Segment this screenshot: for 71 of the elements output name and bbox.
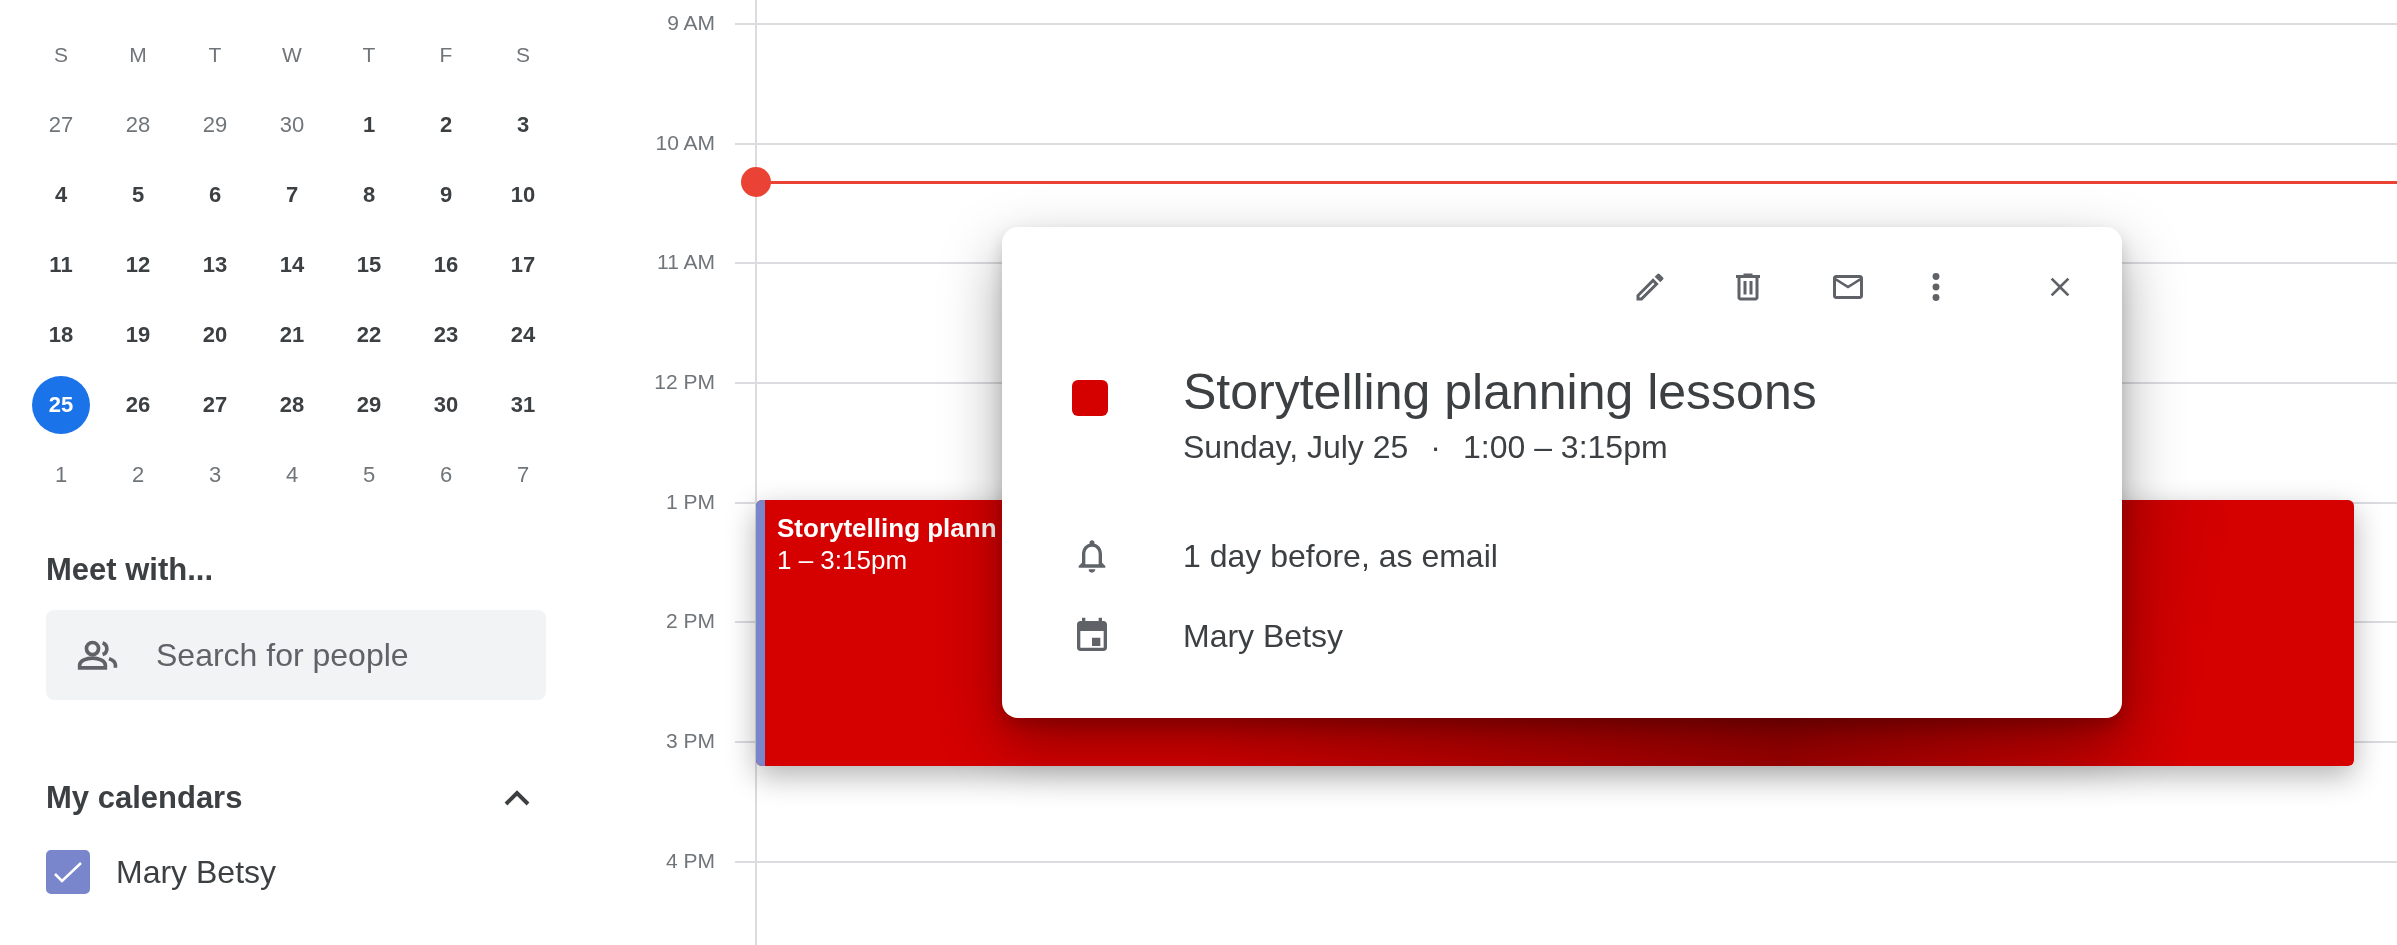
event-time: 1 – 3:15pm — [777, 544, 908, 576]
section-heading: Meet with... — [46, 552, 215, 588]
time-label: 3 PM — [665, 728, 715, 755]
date-cell[interactable]: 8 — [340, 166, 398, 224]
event-time: 1:00 – 3:15pm — [1463, 429, 1668, 465]
checkbox[interactable] — [46, 850, 90, 894]
time-label: 12 PM — [653, 369, 715, 396]
event-title: Storytelling plann — [777, 512, 997, 544]
date-cell[interactable]: 15 — [340, 236, 398, 294]
date-cell[interactable]: 28 — [263, 376, 321, 434]
date-cell[interactable]: 2 — [417, 96, 475, 154]
time-label: 4 PM — [665, 847, 715, 874]
date-cell[interactable]: 30 — [263, 96, 321, 154]
date-cell[interactable]: 27 — [32, 96, 90, 154]
separator-dot: · — [1430, 429, 1441, 465]
date-cell[interactable]: 10 — [494, 166, 552, 224]
date-cell[interactable]: 5 — [340, 446, 398, 504]
date-cell[interactable]: 30 — [417, 376, 475, 434]
time-label: 10 AM — [654, 129, 715, 156]
weekday-label: S — [515, 42, 531, 68]
date-cell[interactable]: 3 — [186, 446, 244, 504]
date-cell[interactable]: 4 — [263, 446, 321, 504]
search-field[interactable]: Search for people — [46, 610, 546, 700]
date-cell[interactable]: 31 — [494, 376, 552, 434]
date-cell[interactable]: 25 — [32, 376, 90, 434]
event-title: Storytelling planning lessons — [1183, 363, 1817, 422]
calendar-name: Mary Betsy — [116, 853, 277, 891]
date-cell[interactable]: 7 — [494, 446, 552, 504]
date-cell[interactable]: 18 — [32, 306, 90, 364]
weekday-label: W — [281, 42, 303, 68]
date-cell[interactable]: 14 — [263, 236, 321, 294]
date-cell[interactable]: 6 — [417, 446, 475, 504]
date-cell[interactable]: 26 — [109, 376, 167, 434]
date-cell[interactable]: 23 — [417, 306, 475, 364]
date-cell[interactable]: 1 — [32, 446, 90, 504]
calendar-name: Mary Betsy — [1183, 617, 1344, 655]
date-cell[interactable]: 22 — [340, 306, 398, 364]
date-cell[interactable]: 4 — [32, 166, 90, 224]
date-cell[interactable]: 20 — [186, 306, 244, 364]
date-cell[interactable]: 29 — [186, 96, 244, 154]
date-cell[interactable]: 11 — [32, 236, 90, 294]
time-label: 11 AM — [656, 249, 715, 276]
time-label: 9 AM — [666, 10, 715, 36]
date-cell[interactable]: 28 — [109, 96, 167, 154]
event-date: Sunday, July 25 — [1183, 429, 1409, 465]
weekday-label: F — [438, 42, 454, 68]
section-heading: My calendars — [46, 780, 243, 816]
weekday-label: M — [128, 42, 148, 68]
weekday-label: S — [53, 42, 69, 68]
date-cell[interactable]: 27 — [186, 376, 244, 434]
date-cell[interactable]: 21 — [263, 306, 321, 364]
date-cell[interactable]: 6 — [186, 166, 244, 224]
time-label: 1 PM — [665, 488, 715, 515]
date-cell[interactable]: 7 — [263, 166, 321, 224]
weekday-label: T — [207, 42, 223, 68]
reminder-text: 1 day before, as email — [1183, 537, 1498, 575]
date-cell[interactable]: 3 — [494, 96, 552, 154]
date-cell[interactable]: 16 — [417, 236, 475, 294]
date-cell[interactable]: 9 — [417, 166, 475, 224]
date-cell[interactable]: 24 — [494, 306, 552, 364]
date-cell[interactable]: 1 — [340, 96, 398, 154]
date-cell[interactable]: 5 — [109, 166, 167, 224]
date-cell[interactable]: 19 — [109, 306, 167, 364]
date-cell[interactable]: 29 — [340, 376, 398, 434]
weekday-label: T — [361, 42, 377, 68]
chevron-icon[interactable] — [503, 789, 531, 807]
date-cell[interactable]: 2 — [109, 446, 167, 504]
date-cell[interactable]: 13 — [186, 236, 244, 294]
date-cell[interactable]: 17 — [494, 236, 552, 294]
date-cell[interactable]: 12 — [109, 236, 167, 294]
time-label: 2 PM — [665, 608, 715, 635]
